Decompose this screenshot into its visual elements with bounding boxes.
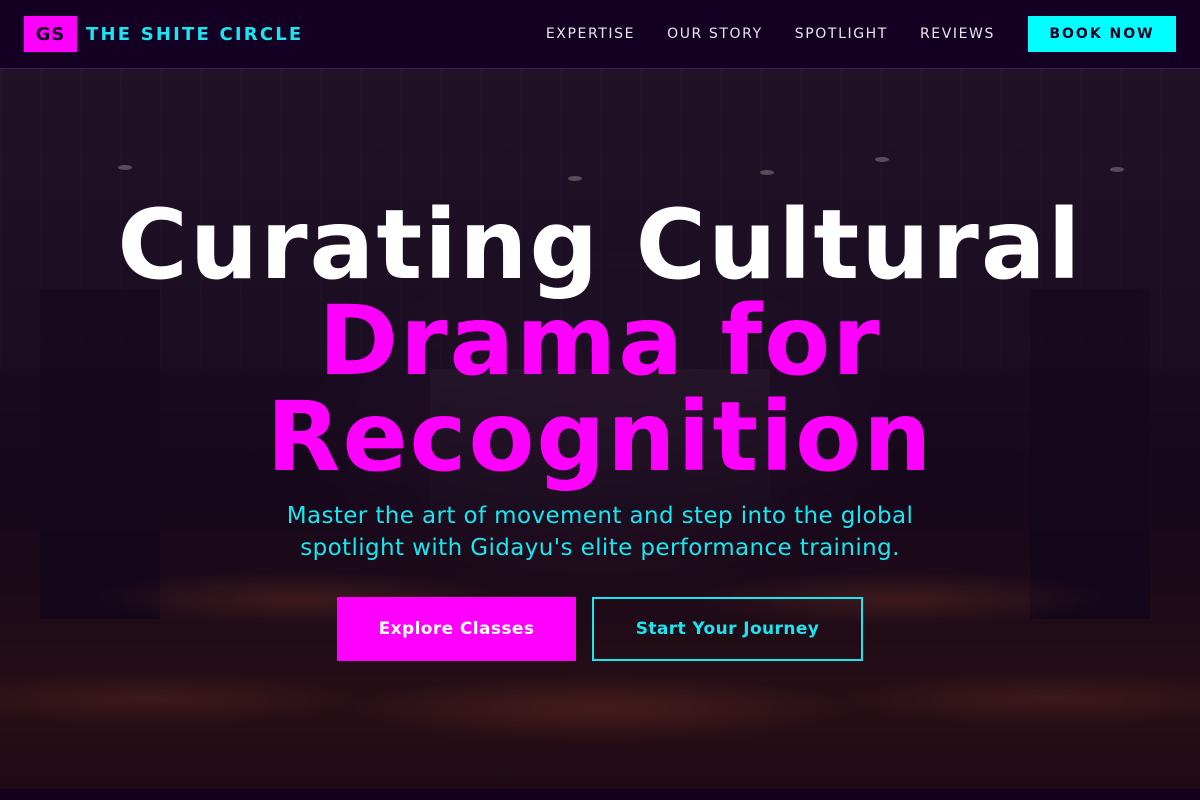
page-bottom-edge (0, 789, 1200, 800)
start-journey-button[interactable]: Start Your Journey (592, 597, 863, 661)
main-nav: EXPERTISE OUR STORY SPOTLIGHT REVIEWS BO… (546, 16, 1176, 52)
hero-subtitle: Master the art of movement and step into… (286, 503, 914, 561)
hero-title-line-2: Drama for (318, 285, 882, 397)
hero-title-line-1: Curating Cultural (117, 189, 1083, 301)
hero-title-line-3: Recognition (266, 381, 934, 493)
nav-link-our-story[interactable]: OUR STORY (667, 26, 763, 42)
nav-link-spotlight[interactable]: SPOTLIGHT (795, 26, 888, 42)
book-now-button[interactable]: BOOK NOW (1028, 16, 1176, 52)
brand-name[interactable]: THE SHITE CIRCLE (86, 24, 303, 45)
hero-content: Curating Cultural Drama for Recognition … (0, 69, 1200, 789)
logo-badge[interactable]: GS (24, 16, 77, 52)
hero-section: Curating Cultural Drama for Recognition … (0, 69, 1200, 789)
site-header: GS THE SHITE CIRCLE EXPERTISE OUR STORY … (0, 0, 1200, 69)
nav-link-expertise[interactable]: EXPERTISE (546, 26, 635, 42)
explore-classes-button[interactable]: Explore Classes (337, 597, 576, 661)
nav-link-reviews[interactable]: REVIEWS (920, 26, 995, 42)
